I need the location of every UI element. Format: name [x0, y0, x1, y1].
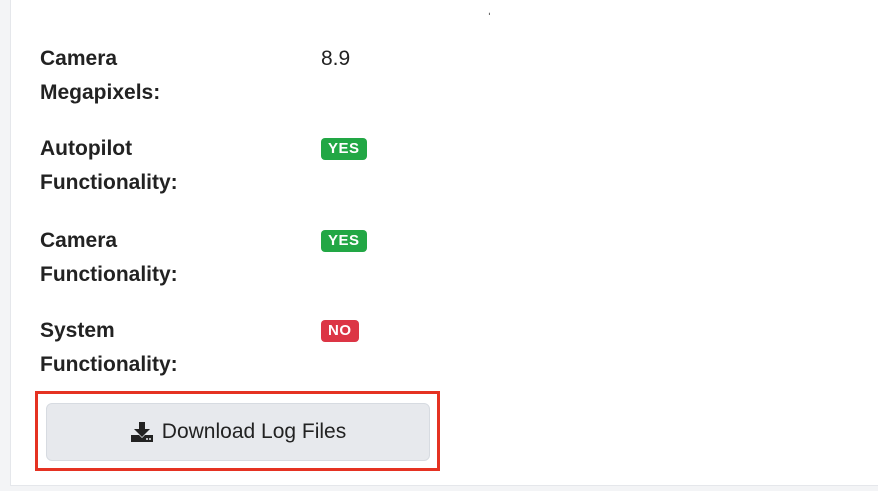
- status-badge: YES: [321, 138, 367, 160]
- status-badge: YES: [321, 230, 367, 252]
- download-log-files-button[interactable]: Download Log Files: [46, 403, 430, 461]
- info-label: Camera Functionality:: [40, 229, 178, 286]
- info-value: 8.9: [321, 47, 351, 70]
- page: ˌ Camera Megapixels: 8.9 Autopilot Funct…: [0, 0, 878, 491]
- download-icon: [130, 421, 154, 443]
- info-label: Autopilot Functionality:: [40, 137, 178, 194]
- scroll-indicator: ˌ: [487, 0, 492, 15]
- status-badge: NO: [321, 320, 359, 342]
- download-button-label: Download Log Files: [161, 420, 347, 443]
- info-label: Camera Megapixels:: [40, 47, 161, 104]
- info-label: System Functionality:: [40, 319, 178, 376]
